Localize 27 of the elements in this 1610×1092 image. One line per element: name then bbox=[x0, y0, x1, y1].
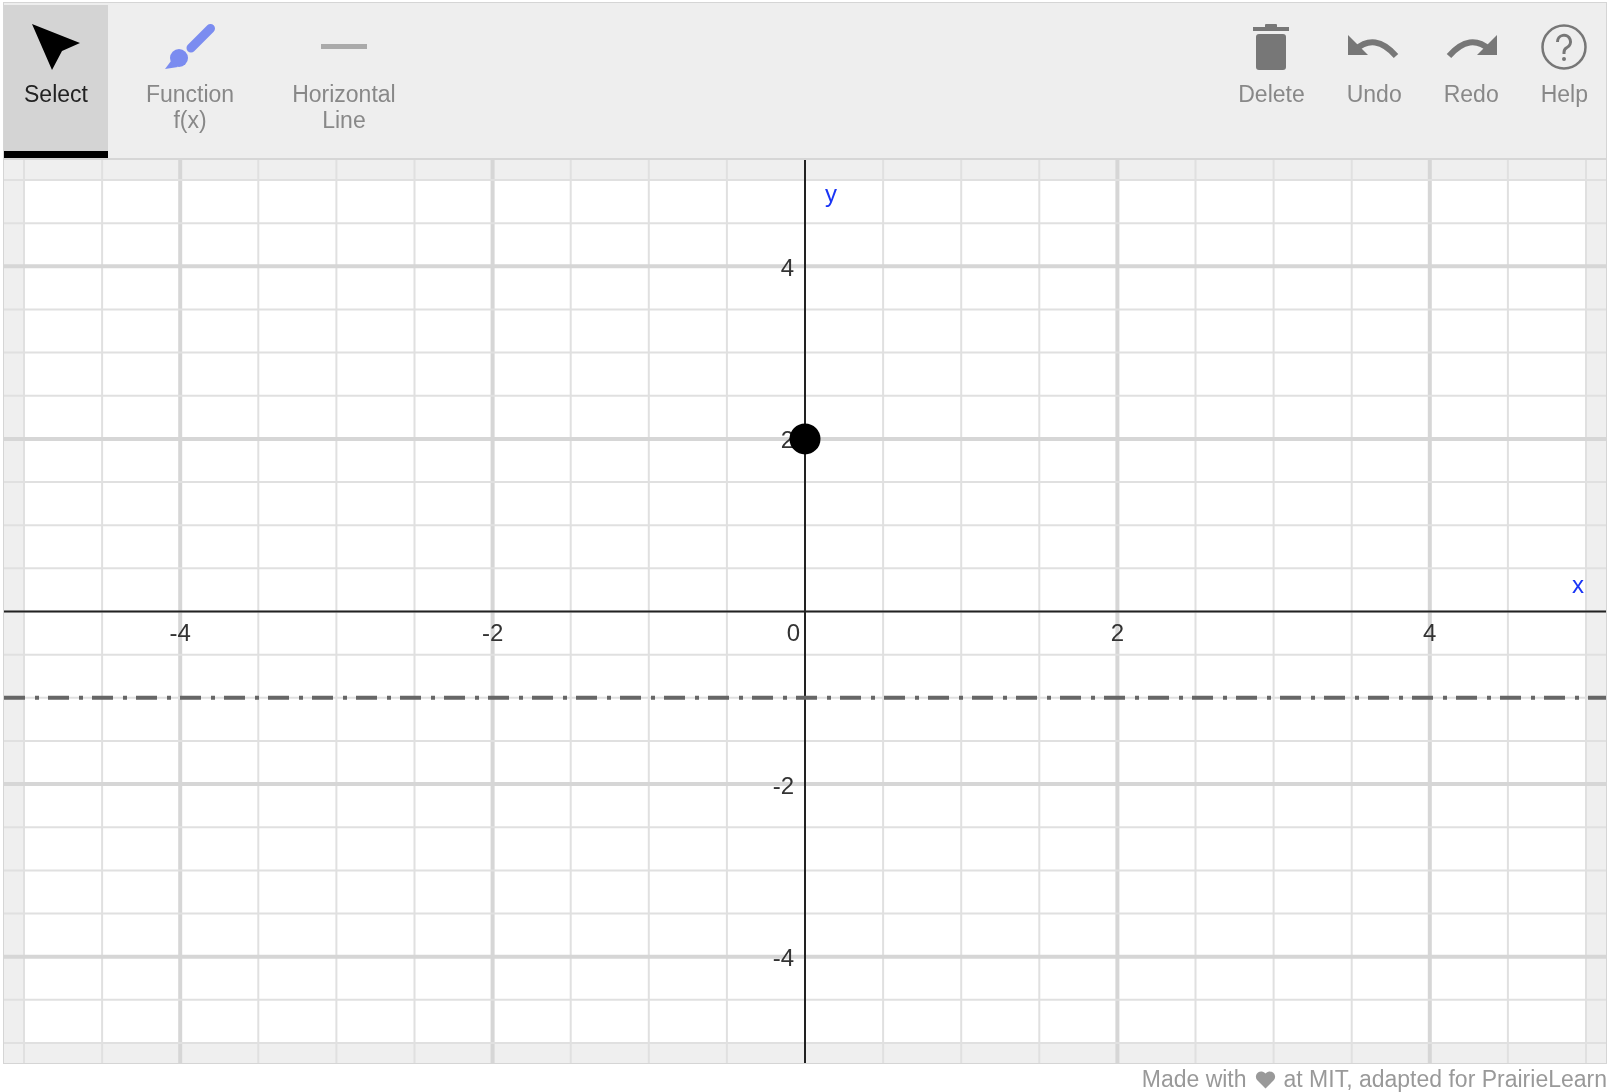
delete-button[interactable]: Delete bbox=[1226, 5, 1317, 158]
axis-label: x bbox=[1572, 571, 1584, 598]
tick-label: 4 bbox=[1423, 619, 1437, 646]
undo-icon bbox=[1348, 34, 1401, 59]
help-icon bbox=[1541, 23, 1588, 70]
tick-label: -2 bbox=[772, 771, 794, 799]
cursor-arrow-icon bbox=[31, 23, 80, 70]
tick-label: 0 bbox=[786, 619, 800, 646]
trash-icon bbox=[1253, 23, 1290, 70]
tick-label: -4 bbox=[772, 944, 794, 972]
tick-label: 4 bbox=[780, 253, 794, 281]
footer-text: at MIT, adapted for PrairieLearn bbox=[1283, 1066, 1607, 1092]
heart-icon bbox=[1254, 1069, 1276, 1089]
undo-button[interactable]: Undo bbox=[1334, 5, 1414, 158]
tick-label: 2 bbox=[1110, 619, 1125, 646]
paintbrush-icon bbox=[165, 23, 216, 70]
tick-label: -4 bbox=[169, 619, 191, 646]
help-button[interactable]: Help bbox=[1528, 5, 1600, 158]
dash-dot-line[interactable] bbox=[4, 695, 1606, 700]
tick-label: -2 bbox=[481, 619, 504, 646]
axis-label: y bbox=[825, 179, 837, 207]
tool-button[interactable]: Function f(x) bbox=[125, 5, 255, 158]
redo-icon bbox=[1445, 34, 1498, 59]
footer-text: Made with bbox=[1141, 1066, 1247, 1092]
redo-button[interactable]: Redo bbox=[1431, 5, 1511, 158]
tool-button[interactable]: Select bbox=[4, 5, 108, 158]
tool-button[interactable]: Horizontal Line bbox=[272, 5, 416, 158]
